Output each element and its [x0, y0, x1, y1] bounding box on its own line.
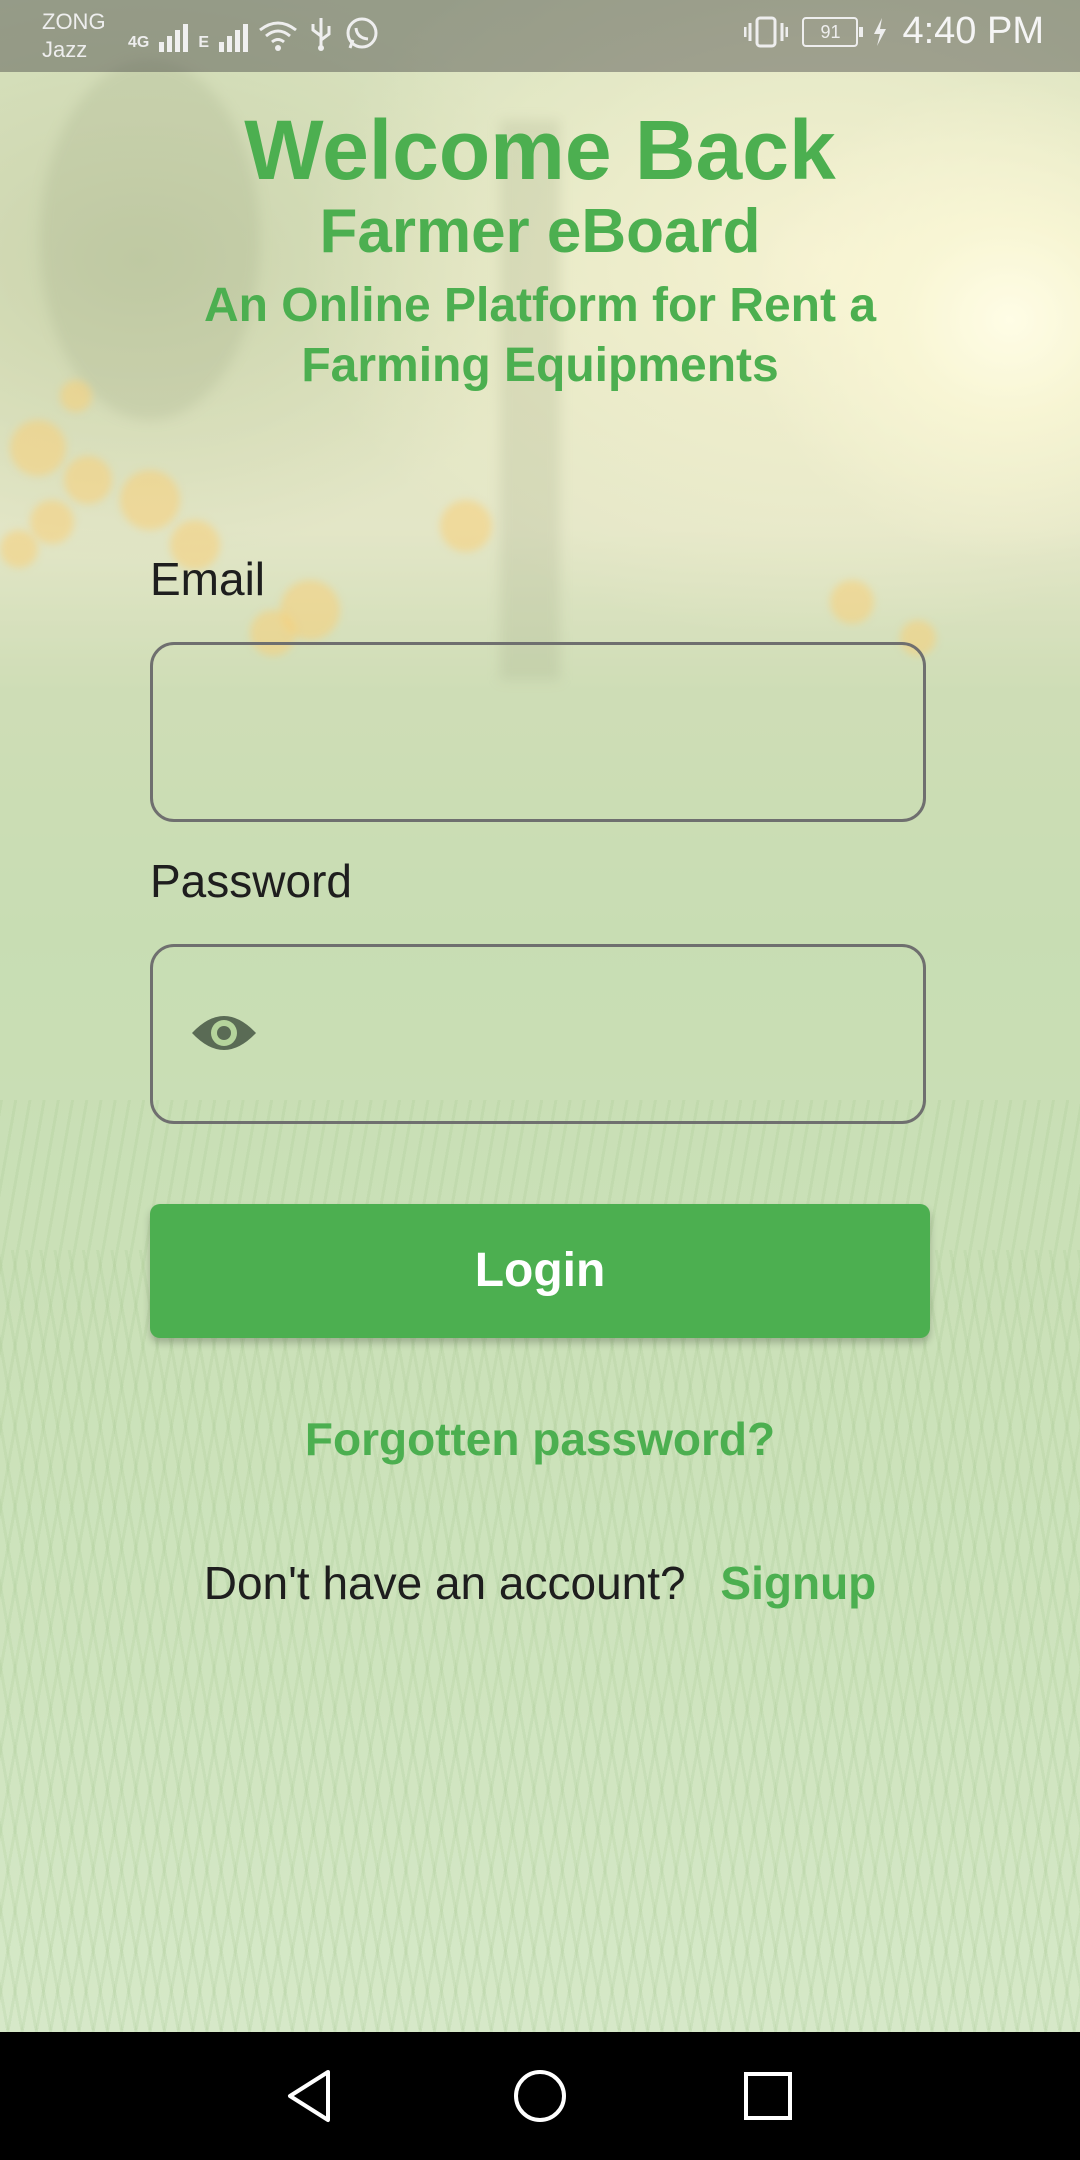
home-icon[interactable]	[506, 2062, 574, 2130]
email-label: Email	[150, 553, 266, 605]
eye-icon[interactable]	[189, 1005, 259, 1061]
page-title: Welcome Back	[244, 103, 836, 197]
header: Welcome Back Farmer eBoard An Online Pla…	[0, 98, 1080, 396]
back-icon[interactable]	[276, 2062, 344, 2130]
charging-icon	[874, 17, 887, 46]
signal-icon	[159, 14, 189, 52]
recents-icon[interactable]	[734, 2062, 802, 2130]
password-input[interactable]	[153, 947, 923, 1121]
status-icons-left: 4G E	[128, 14, 380, 52]
usb-icon	[311, 18, 331, 51]
login-button[interactable]: Login	[150, 1204, 930, 1338]
clock: 4:40 PM	[902, 10, 1044, 52]
battery-icon: 91	[802, 16, 864, 47]
email-input[interactable]	[153, 645, 923, 819]
signup-row: Don't have an account? Signup	[0, 1556, 1080, 1610]
carrier-name-1: ZONG	[42, 9, 106, 34]
carrier-name-2: Jazz	[42, 37, 88, 62]
no-account-text: Don't have an account?	[203, 1557, 686, 1609]
signal-icon	[219, 14, 249, 52]
wifi-icon	[259, 21, 297, 51]
app-name: Farmer eBoard	[319, 197, 761, 266]
whatsapp-icon	[346, 17, 378, 49]
status-icons-right: 91 4:40 PM	[744, 10, 1044, 53]
tagline-line-1: An Online Platform for Rent a	[203, 279, 877, 332]
signup-link[interactable]: Signup	[720, 1557, 876, 1609]
vibrate-icon	[744, 16, 789, 47]
network-type-2: E	[198, 34, 210, 51]
navigation-bar	[0, 2032, 1080, 2160]
tagline-line-2: Farming Equipments	[301, 339, 779, 392]
carrier-label: ZONG Jazz	[42, 8, 106, 64]
status-bar: ZONG Jazz 4G E 91 4:40 PM	[0, 0, 1080, 72]
password-field[interactable]	[150, 944, 926, 1124]
password-label: Password	[150, 855, 352, 907]
forgot-password-link[interactable]: Forgotten password?	[0, 1412, 1080, 1466]
network-type-1: 4G	[128, 34, 150, 51]
email-field[interactable]	[150, 642, 926, 822]
